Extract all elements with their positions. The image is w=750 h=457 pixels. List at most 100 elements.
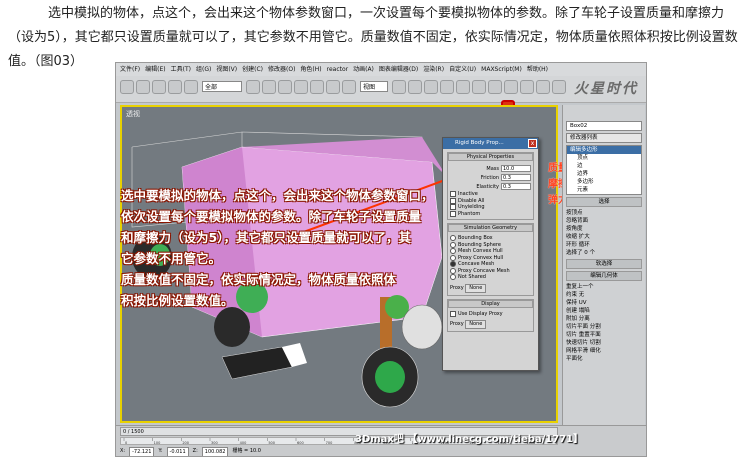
friction-input[interactable]: 0.3 (501, 174, 531, 181)
align-icon[interactable] (472, 80, 486, 94)
x-coord-field[interactable]: -72.121 (129, 447, 155, 456)
use-display-proxy-checkbox[interactable]: Use Display Proxy (450, 310, 531, 318)
pivot-icon[interactable] (392, 80, 406, 94)
y-coord-field[interactable]: -0.011 (166, 447, 189, 456)
undo-icon[interactable] (120, 80, 134, 94)
elasticity-input[interactable]: 0.3 (501, 183, 531, 190)
detach-button[interactable]: 分离 (579, 316, 590, 322)
select-by-name-icon[interactable] (262, 80, 276, 94)
menu-item-file[interactable]: 文件(F) (120, 63, 140, 76)
phantom-checkbox[interactable]: Phantom (450, 210, 531, 218)
snap-icon[interactable] (424, 80, 438, 94)
move-icon[interactable] (310, 80, 324, 94)
unlink-icon[interactable] (168, 80, 182, 94)
grow-button[interactable]: 扩大 (579, 234, 590, 240)
manipulate-icon[interactable] (408, 80, 422, 94)
z-coord-field[interactable]: 100.082 (201, 447, 229, 456)
display-proxy-button[interactable]: None (465, 320, 487, 329)
dialog-title-bar[interactable]: Rigid Body Prop... x (443, 138, 538, 149)
split-option[interactable]: 分割 (590, 324, 601, 330)
menu-item-edit[interactable]: 编辑(E) (145, 63, 165, 76)
loop-button[interactable]: 循环 (579, 242, 590, 248)
reference-coordinate-dropdown[interactable]: 视图 (360, 81, 388, 92)
shrink-button[interactable]: 收缩 (566, 234, 577, 240)
slice-reset-row: 切片 重置平面 (563, 331, 645, 339)
region-select-icon[interactable] (278, 80, 292, 94)
ignore-backfacing-option[interactable]: 忽略背面 (563, 217, 645, 225)
track-tick-label: 100 (154, 441, 161, 444)
modifier-stack-item[interactable]: 编辑多边形 (567, 146, 641, 154)
menu-item-modifiers[interactable]: 修改器(O) (268, 63, 295, 76)
window-crossing-icon[interactable] (294, 80, 308, 94)
mirror-icon[interactable] (456, 80, 470, 94)
menu-item-help[interactable]: 帮助(H) (527, 63, 548, 76)
modifier-stack-item[interactable]: 边 (567, 162, 641, 170)
physical-properties-header[interactable]: Physical Properties (448, 153, 533, 161)
menu-item-customize[interactable]: 自定义(U) (449, 63, 476, 76)
reset-plane-button[interactable]: 重置平面 (579, 332, 601, 338)
menu-item-character[interactable]: 角色(H) (300, 63, 321, 76)
selection-rollout[interactable]: 选择 (566, 197, 642, 207)
slice-plane-button[interactable]: 切片平面 (566, 324, 588, 330)
selection-filter-dropdown[interactable]: 全部 (202, 81, 242, 92)
menu-item-animation[interactable]: 动画(A) (353, 63, 374, 76)
menu-item-reactor[interactable]: reactor (327, 63, 349, 76)
simulation-geometry-header[interactable]: Simulation Geometry (448, 224, 533, 232)
modifier-stack-item[interactable]: 多边形 (567, 178, 641, 186)
scale-icon[interactable] (342, 80, 356, 94)
quick-render-icon[interactable] (552, 80, 566, 94)
menu-item-rendering[interactable]: 渲染(R) (423, 63, 444, 76)
menu-item-group[interactable]: 组(G) (196, 63, 211, 76)
constraints-row: 约束 无 (563, 291, 645, 299)
ring-button[interactable]: 环形 (566, 242, 577, 248)
angle-snap-icon[interactable] (440, 80, 454, 94)
close-icon[interactable]: x (528, 139, 537, 148)
slice-button[interactable]: 切片 (566, 332, 577, 338)
select-icon[interactable] (246, 80, 260, 94)
not-shared-radio[interactable]: Not Shared (450, 274, 531, 281)
mass-input[interactable]: 10.0 (501, 165, 531, 172)
menu-item-graph-editors[interactable]: 图表编辑器(D) (379, 63, 418, 76)
modifier-stack-item[interactable]: 边界 (567, 170, 641, 178)
link-icon[interactable] (152, 80, 166, 94)
redo-icon[interactable] (136, 80, 150, 94)
modifier-stack-item[interactable]: 元素 (567, 186, 641, 194)
site-logo: 火星时代 (574, 81, 638, 97)
edit-geometry-rollout[interactable]: 编辑几何体 (566, 271, 642, 281)
menu-item-view[interactable]: 视图(V) (216, 63, 237, 76)
rotate-icon[interactable] (326, 80, 340, 94)
layer-icon[interactable] (488, 80, 502, 94)
track-tick-label: 600 (297, 441, 304, 444)
collapse-button[interactable]: 塌陷 (579, 308, 590, 314)
annotation-line: 它参数不用管它。 (121, 251, 222, 266)
track-tick-label: 200 (182, 441, 189, 444)
by-vertex-option[interactable]: 按顶点 (563, 209, 645, 217)
menu-item-tools[interactable]: 工具(T) (171, 63, 191, 76)
elasticity-label: Elasticity (476, 183, 499, 190)
object-name-field[interactable]: Box02 (566, 121, 642, 131)
make-planar-button[interactable]: 平面化 (563, 355, 645, 363)
attach-button[interactable]: 附加 (566, 316, 577, 322)
preserve-uvs-option[interactable]: 保持 UV (563, 299, 645, 307)
create-button[interactable]: 创建 (566, 308, 577, 314)
meshsmooth-button[interactable]: 网格平滑 (566, 348, 588, 354)
menu-item-maxscript[interactable]: MAXScript(M) (481, 63, 522, 76)
geometry-proxy-button[interactable]: None (465, 283, 487, 293)
render-icon[interactable] (536, 80, 550, 94)
bind-space-warp-icon[interactable] (184, 80, 198, 94)
constraints-dropdown[interactable]: 无 (579, 292, 585, 298)
by-angle-option[interactable]: 按角度 (563, 225, 645, 233)
menu-item-create[interactable]: 创建(C) (242, 63, 263, 76)
repeat-last-button[interactable]: 重复上一个 (563, 283, 645, 291)
display-header[interactable]: Display (448, 299, 533, 308)
material-editor-icon[interactable] (520, 80, 534, 94)
modifier-list-dropdown[interactable]: 修改器列表 (566, 133, 642, 143)
track-tick-label: 500 (268, 441, 275, 444)
dialog-title: Rigid Body Prop... (455, 140, 504, 146)
soft-selection-rollout[interactable]: 软选择 (566, 259, 642, 269)
modifier-stack-item[interactable]: 顶点 (567, 154, 641, 162)
tessellate-button[interactable]: 细化 (590, 348, 601, 354)
quickslice-button[interactable]: 快速切片 (566, 340, 588, 346)
curve-editor-icon[interactable] (504, 80, 518, 94)
cut-button[interactable]: 切割 (590, 340, 601, 346)
